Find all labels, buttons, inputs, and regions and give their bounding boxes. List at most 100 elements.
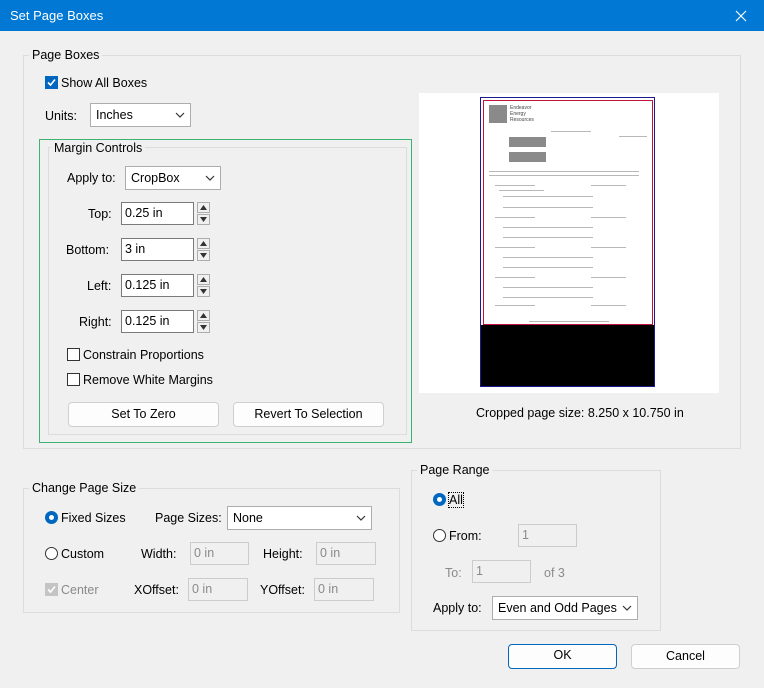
preview-text-line [503,207,593,208]
preview-text-line [591,305,626,306]
chevron-down-icon [175,112,185,118]
custom-radio[interactable] [45,547,58,560]
width-label: Width: [141,547,177,561]
preview-text-line [495,305,535,306]
margin-controls-group-label: Margin Controls [51,141,146,155]
chevron-down-icon [622,605,632,611]
height-label: Height: [263,547,303,561]
spin-down-icon[interactable] [197,286,210,297]
from-input[interactable]: 1 [518,524,577,547]
units-select-value: Inches [96,108,133,122]
checkmark-icon [47,585,56,594]
bottom-margin-spinner[interactable] [197,238,210,261]
fixed-sizes-radio[interactable] [45,511,58,524]
left-margin-spinner[interactable] [197,274,210,297]
preview-text-line [529,321,609,322]
preview-text-line [495,185,535,186]
chevron-down-icon [356,515,366,521]
apply-to-select-value: CropBox [131,171,180,185]
units-select[interactable]: Inches [90,103,191,127]
top-margin-input[interactable]: 0.25 in [121,202,194,225]
to-input[interactable]: 1 [472,560,531,583]
from-radio[interactable] [433,529,446,542]
constrain-proportions-label: Constrain Proportions [83,348,204,362]
page-sizes-label: Page Sizes: [155,511,222,525]
preview-text-line [503,227,593,228]
apply-to-select[interactable]: CropBox [125,166,221,190]
xoffset-input[interactable]: 0 in [188,578,248,601]
center-checkbox[interactable] [45,583,58,596]
revert-to-selection-button[interactable]: Revert To Selection [233,402,384,427]
preview-text-line [503,196,593,197]
show-all-boxes-checkbox[interactable] [45,76,58,89]
preview-text-line [591,185,626,186]
spin-down-icon[interactable] [197,250,210,261]
window-title: Set Page Boxes [10,8,104,23]
preview-text-line [489,175,639,176]
preview-redaction-1 [509,137,546,147]
close-button[interactable] [718,0,764,31]
preview-text-line [503,267,593,268]
close-icon [735,10,747,21]
right-label: Right: [79,315,112,329]
all-pages-radio[interactable] [433,493,446,506]
preview-text-line [503,297,593,298]
left-margin-input[interactable]: 0.125 in [121,274,194,297]
custom-label: Custom [61,547,105,561]
spin-up-icon[interactable] [197,202,210,213]
bottom-margin-input[interactable]: 3 in [121,238,194,261]
change-page-size-group-label: Change Page Size [29,481,140,495]
page-sizes-select[interactable]: None [227,506,372,530]
xoffset-label: XOffset: [134,583,179,597]
page-preview: Endeavor Energy Resources [419,93,719,393]
preview-logo-box [489,105,507,123]
preview-text-line [619,136,647,137]
cancel-button[interactable]: Cancel [631,644,740,669]
preview-text-line [591,247,626,248]
spin-down-icon[interactable] [197,322,210,333]
from-label: From: [449,529,482,543]
preview-text-line [551,131,591,132]
right-margin-input[interactable]: 0.125 in [121,310,194,333]
page-boxes-group-label: Page Boxes [29,48,103,62]
spin-up-icon[interactable] [197,310,210,321]
top-margin-spinner[interactable] [197,202,210,225]
spin-up-icon[interactable] [197,274,210,285]
all-pages-label: All [448,492,464,508]
checkmark-icon [47,78,56,87]
crop-box [483,100,653,325]
center-label: Center [61,583,99,597]
preview-text-line [489,171,639,172]
set-to-zero-button[interactable]: Set To Zero [68,402,219,427]
units-label: Units: [45,109,77,123]
fixed-sizes-label: Fixed Sizes [61,511,126,525]
page-range-group-label: Page Range [417,463,493,477]
height-input[interactable]: 0 in [316,542,376,565]
preview-text-line [499,190,544,191]
ok-button[interactable]: OK [508,644,617,669]
right-margin-spinner[interactable] [197,310,210,333]
spin-down-icon[interactable] [197,214,210,225]
remove-white-margins-checkbox[interactable] [67,373,80,386]
show-all-boxes-label: Show All Boxes [61,76,148,90]
yoffset-input[interactable]: 0 in [314,578,374,601]
yoffset-label: YOffset: [260,583,305,597]
preview-text-line [591,277,626,278]
constrain-proportions-checkbox[interactable] [67,348,80,361]
left-label: Left: [87,279,112,293]
chevron-down-icon [205,175,215,181]
page-range-apply-to-label: Apply to: [433,601,482,615]
page-range-apply-to-value: Even and Odd Pages [498,601,617,615]
preview-text-line [591,217,626,218]
bottom-label: Bottom: [66,243,110,257]
top-label: Top: [88,207,112,221]
spin-up-icon[interactable] [197,238,210,249]
remove-white-margins-label: Remove White Margins [83,373,213,387]
width-input[interactable]: 0 in [190,542,249,565]
page-range-apply-to-select[interactable]: Even and Odd Pages [492,596,638,620]
preview-text-line [503,287,593,288]
preview-text-line [495,277,535,278]
title-bar: Set Page Boxes [0,0,764,31]
preview-text-line [495,247,535,248]
preview-black-region [481,325,654,386]
